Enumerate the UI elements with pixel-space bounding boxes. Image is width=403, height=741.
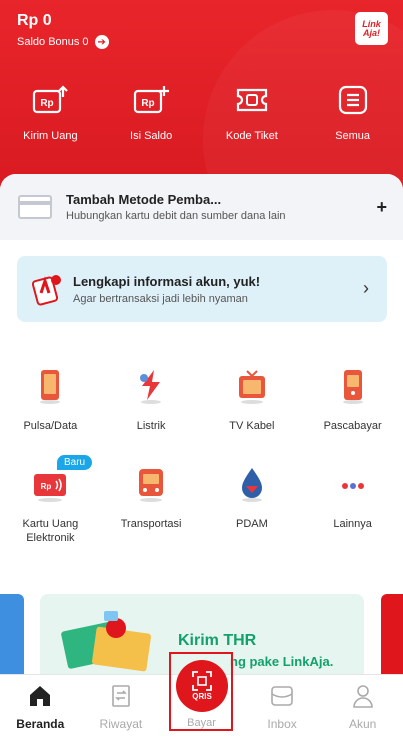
service-label: Pascabayar xyxy=(323,420,382,432)
new-badge: Baru xyxy=(57,455,93,470)
quick-action-kirim-uang[interactable]: Rp Kirim Uang xyxy=(0,84,101,142)
nav-akun[interactable]: Akun xyxy=(322,675,403,741)
bonus-label: Saldo Bonus 0 xyxy=(17,36,89,48)
add-payment-method-card[interactable]: Tambah Metode Pemba... Hubungkan kartu d… xyxy=(0,174,403,240)
nav-inbox[interactable]: Inbox xyxy=(242,675,323,741)
svg-text:Rp: Rp xyxy=(41,482,52,491)
promo-card-next[interactable] xyxy=(381,594,403,674)
quick-action-label: Kode Tiket xyxy=(225,130,278,142)
payment-method-subtitle: Hubungkan kartu debit dan sumber dana la… xyxy=(66,210,286,222)
banner-title: Lengkapi informasi akun, yuk! xyxy=(73,273,261,289)
postpaid-icon xyxy=(335,367,371,405)
service-label: Lainnya xyxy=(333,518,372,530)
bus-icon xyxy=(133,465,169,503)
ticket-icon xyxy=(234,84,270,116)
water-drop-icon xyxy=(234,465,270,503)
payment-method-title: Tambah Metode Pemba... xyxy=(66,192,222,207)
promo-illustration xyxy=(61,611,151,672)
service-label: Pulsa/Data xyxy=(23,420,78,432)
chevron-right-icon: › xyxy=(363,278,369,298)
nav-beranda[interactable]: Beranda xyxy=(0,675,81,741)
quick-action-semua[interactable]: Semua xyxy=(302,84,403,142)
service-label: TV Kabel xyxy=(229,420,275,432)
quick-action-kode-tiket[interactable]: Kode Tiket xyxy=(202,84,303,142)
balance-amount: Rp 0 xyxy=(17,12,52,29)
history-icon xyxy=(108,683,134,709)
ecard-icon: Rp xyxy=(32,465,68,503)
service-pascabayar[interactable]: Pascabayar xyxy=(302,367,403,463)
promo-title: Kirim THR xyxy=(178,632,257,649)
service-lainnya[interactable]: Lainnya xyxy=(302,465,403,561)
arrow-right-icon: ➔ xyxy=(94,35,109,49)
linkaja-logo: Link Aja! xyxy=(355,12,388,45)
nav-riwayat[interactable]: Riwayat xyxy=(81,675,162,741)
quick-action-label: Kirim Uang xyxy=(23,130,78,142)
promo-subtitle: ng pake LinkAja. xyxy=(230,654,334,669)
svg-text:Rp: Rp xyxy=(141,98,154,109)
service-label: Kartu Uang Elektronik xyxy=(22,518,79,544)
promo-card-prev[interactable] xyxy=(0,594,24,674)
quick-action-isi-saldo[interactable]: Rp Isi Saldo xyxy=(101,84,202,142)
service-label: Transportasi xyxy=(120,518,182,530)
tv-icon xyxy=(234,367,270,405)
svg-text:Rp: Rp xyxy=(41,98,54,109)
electricity-icon xyxy=(133,367,169,405)
complete-account-banner[interactable]: Lengkapi informasi akun, yuk! Agar bertr… xyxy=(17,256,387,322)
bonus-balance-link[interactable]: Saldo Bonus 0 ➔ xyxy=(17,35,109,49)
service-label: Listrik xyxy=(136,420,166,432)
quick-actions: Rp Kirim Uang Rp Isi Saldo Kode Tiket Se… xyxy=(0,84,403,142)
quick-action-label: Isi Saldo xyxy=(130,130,173,142)
logo-text: Link Aja! xyxy=(362,18,381,38)
services-grid: Pulsa/Data Listrik TV Kabel Pascabayar B… xyxy=(0,367,403,561)
phone-icon xyxy=(32,367,68,405)
service-pdam[interactable]: PDAM xyxy=(202,465,303,561)
banner-subtitle: Agar bertransaksi jadi lebih nyaman xyxy=(73,292,248,305)
menu-list-icon xyxy=(335,84,371,116)
inbox-icon xyxy=(269,683,295,709)
user-icon xyxy=(350,683,376,709)
quick-action-label: Semua xyxy=(335,130,371,142)
service-transportasi[interactable]: Transportasi xyxy=(101,465,202,561)
service-tv-kabel[interactable]: TV Kabel xyxy=(202,367,303,463)
topup-icon: Rp xyxy=(133,84,170,116)
highlight-box xyxy=(169,652,233,731)
service-listrik[interactable]: Listrik xyxy=(101,367,202,463)
service-kartu-uang-elektronik[interactable]: Baru Rp Kartu Uang Elektronik xyxy=(0,455,101,561)
service-pulsa-data[interactable]: Pulsa/Data xyxy=(0,367,101,463)
more-dots-icon xyxy=(335,465,371,503)
service-label: PDAM xyxy=(235,518,268,530)
home-icon xyxy=(27,683,53,709)
account-verify-icon xyxy=(29,271,65,307)
plus-icon[interactable]: + xyxy=(376,198,387,216)
credit-card-icon xyxy=(18,195,52,219)
send-money-icon: Rp xyxy=(32,84,69,116)
